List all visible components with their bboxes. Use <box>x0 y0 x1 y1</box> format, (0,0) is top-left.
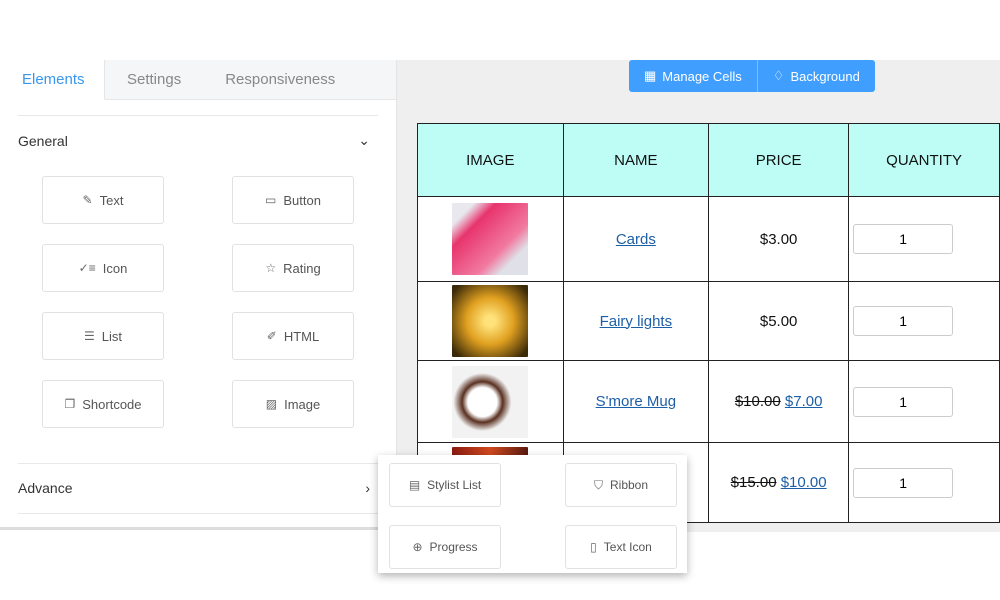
tab-settings[interactable]: Settings <box>105 60 203 99</box>
element-html[interactable]: ✐ HTML <box>232 312 354 360</box>
product-image <box>452 365 529 438</box>
name-cell: S'more Mug <box>562 360 710 443</box>
table-row: Cards $3.00 <box>417 196 1000 282</box>
product-link[interactable]: Cards <box>616 231 656 248</box>
quantity-input[interactable] <box>853 386 954 417</box>
element-progress[interactable]: ⊕ Progress <box>389 525 501 569</box>
element-label: Ribbon <box>609 478 649 492</box>
divider <box>18 513 378 514</box>
icon-icon: ✓≡ <box>78 261 96 275</box>
background-button[interactable]: ♢ Background <box>756 60 875 92</box>
element-text[interactable]: ✎ Text <box>42 176 164 224</box>
quantity-cell <box>848 281 1000 361</box>
element-label: Stylist List <box>427 478 482 492</box>
image-cell <box>417 196 564 282</box>
copy-icon: ❐ <box>64 397 76 411</box>
bookmark-icon: ⛉ <box>593 477 603 492</box>
element-label: Text <box>99 192 124 208</box>
image-cell <box>417 360 564 443</box>
product-link[interactable]: S'more Mug <box>596 393 676 410</box>
divider <box>18 463 378 464</box>
quantity-cell <box>848 360 1000 443</box>
element-label: HTML <box>283 328 320 344</box>
element-list[interactable]: ☰ List <box>42 312 164 360</box>
document-icon: ▤ <box>408 478 421 492</box>
table-toolbar: ▦ Manage Cells ♢ Background <box>629 60 875 92</box>
notebook-icon: ▯ <box>590 540 597 554</box>
header-price: PRICE <box>708 123 850 197</box>
element-ribbon[interactable]: ⛉ Ribbon <box>565 463 677 507</box>
more-elements-popup: ▤ Stylist List ⛉ Ribbon ⊕ Progress ▯ Text Icon <box>378 455 687 573</box>
price-cell: $15.00 $10.00 <box>708 442 850 523</box>
quantity-input[interactable] <box>853 224 954 254</box>
chevron-down-icon: ⌄ <box>358 132 370 148</box>
name-cell: Fairy lights <box>562 281 710 361</box>
header-quantity: QUANTITY <box>848 123 1000 197</box>
quantity-cell <box>848 442 1000 523</box>
price: $5.00 <box>759 312 798 330</box>
sliders-icon: ☰ <box>84 329 95 343</box>
image-icon: ▨ <box>265 397 278 411</box>
manage-cells-button[interactable]: ▦ Manage Cells <box>629 60 757 92</box>
element-label: Image <box>284 396 321 412</box>
element-text-icon[interactable]: ▯ Text Icon <box>565 525 677 569</box>
product-link[interactable]: Fairy lights <box>600 313 673 330</box>
edit-icon: ✎ <box>82 193 93 207</box>
image-cell <box>417 281 564 361</box>
label: Background <box>790 68 860 84</box>
price: $3.00 <box>759 230 798 248</box>
sale-price: $7.00 <box>784 393 823 410</box>
element-image[interactable]: ▨ Image <box>232 380 354 428</box>
header-name: NAME <box>562 123 710 197</box>
product-image <box>452 285 529 357</box>
old-price: $10.00 <box>734 393 781 410</box>
old-price: $15.00 <box>730 474 777 491</box>
quantity-input[interactable] <box>853 306 954 336</box>
section-title: General <box>18 132 68 149</box>
element-label: Shortcode <box>82 396 142 412</box>
button-icon: ▭ <box>265 193 277 207</box>
sale-price: $10.00 <box>780 474 827 491</box>
element-icon[interactable]: ✓≡ Icon <box>42 244 164 292</box>
element-label: Icon <box>102 260 128 276</box>
quantity-input[interactable] <box>853 467 954 498</box>
table-row: S'more Mug $10.00 $7.00 <box>417 360 1000 443</box>
brush-icon: ♢ <box>772 68 785 83</box>
chevron-right-icon: › <box>365 480 370 496</box>
plus-circle-icon: ⊕ <box>412 540 423 554</box>
general-section-header[interactable]: General ⌄ <box>18 132 370 149</box>
element-label: Text Icon <box>603 540 652 554</box>
element-label: Progress <box>429 540 478 554</box>
header-image: IMAGE <box>417 123 564 197</box>
table-row: Fairy lights $5.00 <box>417 281 1000 361</box>
element-rating[interactable]: ☆ Rating <box>232 244 354 292</box>
name-cell: Cards <box>562 196 710 282</box>
label: Manage Cells <box>662 68 742 84</box>
element-label: Rating <box>283 260 321 276</box>
price-cell: $5.00 <box>708 281 850 361</box>
grid-icon: ▦ <box>644 68 657 83</box>
star-icon: ☆ <box>265 261 277 275</box>
panel-tabs: Elements Settings Responsiveness <box>0 60 396 100</box>
elements-panel: Elements Settings Responsiveness General… <box>0 60 397 530</box>
price-cell: $3.00 <box>708 196 850 282</box>
element-label: List <box>101 328 122 344</box>
divider <box>18 115 378 116</box>
quantity-cell <box>848 196 1000 282</box>
price-cell: $10.00 $7.00 <box>708 360 850 443</box>
pen-icon: ✐ <box>266 329 277 343</box>
tab-elements[interactable]: Elements <box>0 60 105 100</box>
element-stylist-list[interactable]: ▤ Stylist List <box>389 463 501 507</box>
element-shortcode[interactable]: ❐ Shortcode <box>42 380 164 428</box>
section-title: Advance <box>18 480 73 496</box>
product-image <box>452 203 529 275</box>
tab-responsiveness[interactable]: Responsiveness <box>203 60 357 99</box>
advance-section-header[interactable]: Advance › <box>18 480 370 496</box>
element-label: Button <box>283 192 321 208</box>
element-button[interactable]: ▭ Button <box>232 176 354 224</box>
